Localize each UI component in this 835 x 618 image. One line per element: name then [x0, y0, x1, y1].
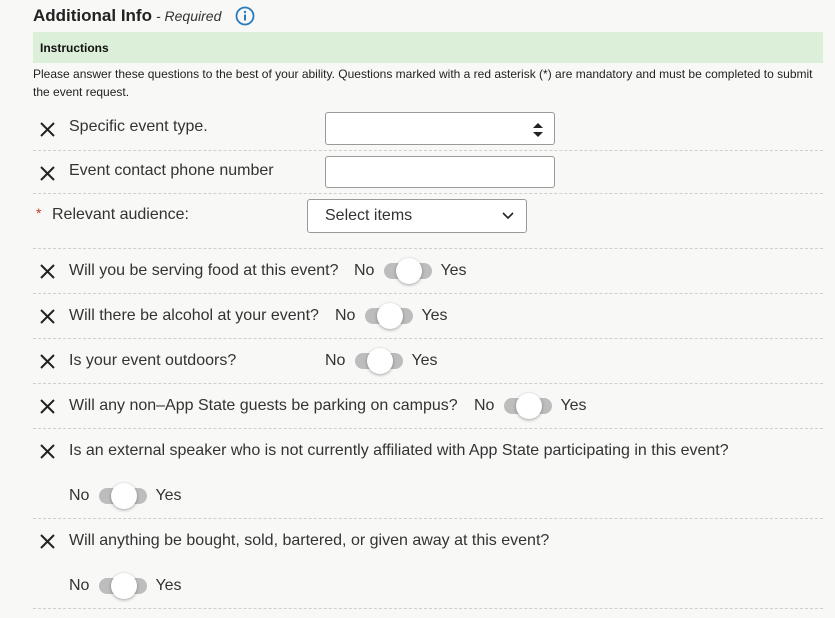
toggle-switch[interactable]: [384, 258, 433, 284]
yes-option: Yes: [411, 352, 438, 369]
additional-info-form: Additional Info - Required Instructions …: [0, 0, 835, 618]
close-icon[interactable]: [40, 166, 55, 181]
toggle-label: Will anything be bought, sold, bartered,…: [69, 532, 550, 549]
required-asterisk: *: [36, 205, 42, 221]
close-icon[interactable]: [40, 534, 55, 549]
yes-option: Yes: [560, 397, 587, 414]
yes-option: Yes: [421, 307, 448, 324]
yes-no-toggle: No Yes: [474, 393, 587, 419]
toggle-row-parking: Will any non–App State guests be parking…: [33, 383, 823, 429]
info-circle-icon[interactable]: [235, 6, 255, 26]
yes-no-toggle: No Yes: [354, 258, 467, 284]
yes-option: Yes: [155, 487, 182, 504]
toggle-row-food: Will you be serving food at this event? …: [33, 248, 823, 294]
toggle-label: Is an external speaker who is not curren…: [69, 442, 729, 459]
field-row-event-type: Specific event type.: [33, 106, 823, 151]
close-icon[interactable]: [40, 354, 55, 369]
no-option: No: [354, 262, 375, 279]
toggle-switch[interactable]: [365, 303, 414, 329]
instructions-heading: Instructions: [40, 40, 109, 55]
yes-no-toggle: No Yes: [69, 573, 182, 599]
audience-placeholder: Select items: [325, 207, 413, 224]
no-option: No: [69, 577, 90, 594]
phone-label: Event contact phone number: [69, 162, 274, 179]
toggle-row-outdoors: Is your event outdoors? No Yes: [33, 338, 823, 384]
event-type-select[interactable]: [325, 112, 555, 145]
toggle-row-sales: Will anything be bought, sold, bartered,…: [33, 518, 823, 609]
yes-no-toggle: No Yes: [335, 303, 448, 329]
field-row-phone: Event contact phone number: [33, 150, 823, 194]
toggle-label: Is your event outdoors?: [69, 352, 237, 369]
toggle-switch[interactable]: [504, 393, 553, 419]
close-icon[interactable]: [40, 444, 55, 459]
required-note: - Required: [155, 8, 222, 24]
yes-option: Yes: [440, 262, 467, 279]
phone-input[interactable]: [325, 156, 555, 188]
yes-no-toggle: No Yes: [325, 348, 438, 374]
close-icon[interactable]: [40, 309, 55, 324]
no-option: No: [69, 487, 90, 504]
no-option: No: [325, 352, 346, 369]
sort-arrows-icon: [533, 123, 543, 137]
toggle-row-speaker: Is an external speaker who is not curren…: [33, 428, 823, 519]
yes-option: Yes: [155, 577, 182, 594]
instructions-text: Please answer these questions to the bes…: [33, 67, 813, 99]
toggle-switch[interactable]: [355, 348, 404, 374]
toggle-label: Will you be serving food at this event?: [69, 262, 339, 279]
toggle-switch[interactable]: [99, 573, 148, 599]
no-option: No: [335, 307, 356, 324]
close-icon[interactable]: [40, 122, 55, 137]
event-type-label: Specific event type.: [69, 118, 208, 135]
audience-label: Relevant audience:: [52, 206, 189, 223]
close-icon[interactable]: [40, 399, 55, 414]
section-title: Additional Info: [33, 6, 152, 25]
yes-no-toggle: No Yes: [69, 483, 182, 509]
toggle-switch[interactable]: [99, 483, 148, 509]
chevron-down-icon: [502, 212, 514, 220]
section-header: Additional Info - Required: [33, 5, 255, 27]
toggle-label: Will any non–App State guests be parking…: [69, 397, 458, 414]
close-icon[interactable]: [40, 264, 55, 279]
toggle-row-alcohol: Will there be alcohol at your event? No …: [33, 293, 823, 339]
instructions-banner: Instructions: [33, 32, 823, 63]
audience-multiselect[interactable]: Select items: [307, 199, 527, 233]
toggle-label: Will there be alcohol at your event?: [69, 307, 319, 324]
field-row-audience: * Relevant audience: Select items: [33, 193, 823, 249]
no-option: No: [474, 397, 495, 414]
